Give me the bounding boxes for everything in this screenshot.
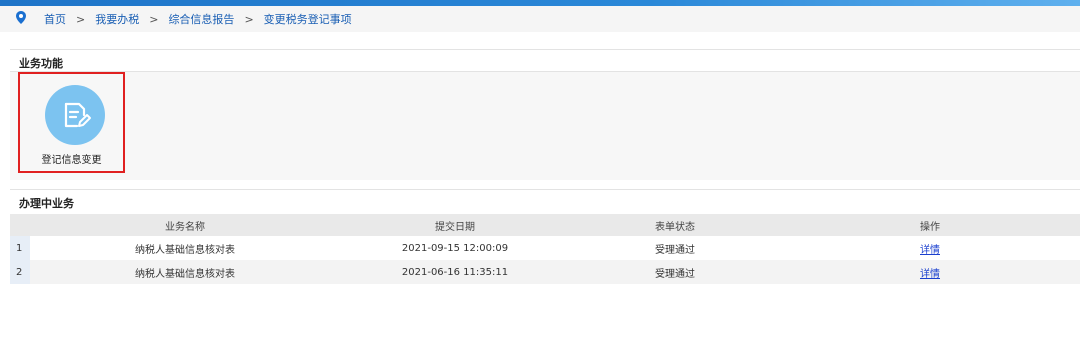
table-header-row: 业务名称 提交日期 表单状态 操作 (10, 214, 1080, 236)
column-header-action: 操作 (780, 214, 1080, 236)
in-progress-title: 办理中业务 (19, 197, 74, 210)
breadcrumb: 首页 > 我要办税 > 综合信息报告 > 变更税务登记事项 (0, 6, 1080, 32)
breadcrumb-separator: > (244, 12, 254, 26)
row-status: 受理通过 (570, 260, 780, 284)
breadcrumb-current-page[interactable]: 变更税务登记事项 (264, 11, 352, 27)
details-link[interactable]: 详情 (920, 269, 940, 280)
row-index: 2 (10, 260, 30, 284)
row-action-cell: 详情 (780, 236, 1080, 260)
column-header-name: 业务名称 (30, 214, 340, 236)
row-business-name: 纳税人基础信息核对表 (30, 236, 340, 260)
column-header-date: 提交日期 (340, 214, 570, 236)
section-divider (10, 189, 1080, 190)
location-pin-icon (16, 10, 26, 24)
breadcrumb-home[interactable]: 首页 (44, 11, 66, 27)
breadcrumb-separator: > (76, 12, 86, 26)
row-index: 1 (10, 236, 30, 260)
in-progress-table: 业务名称 提交日期 表单状态 操作 1 纳税人基础信息核对表 2021-09-1… (10, 214, 1080, 284)
row-submit-date: 2021-09-15 12:00:09 (340, 236, 570, 260)
breadcrumb-tax-services[interactable]: 我要办税 (95, 11, 139, 27)
row-submit-date: 2021-06-16 11:35:11 (340, 260, 570, 284)
details-link[interactable]: 详情 (920, 245, 940, 256)
table-row: 2 纳税人基础信息核对表 2021-06-16 11:35:11 受理通过 详情 (10, 260, 1080, 284)
business-functions-title: 业务功能 (19, 57, 63, 70)
edit-document-icon (64, 102, 91, 128)
column-header-status: 表单状态 (570, 214, 780, 236)
row-status: 受理通过 (570, 236, 780, 260)
breadcrumb-info-report[interactable]: 综合信息报告 (168, 11, 234, 27)
tile-label: 登记信息变更 (41, 155, 102, 166)
section-divider (10, 49, 1080, 50)
row-action-cell: 详情 (780, 260, 1080, 284)
tile-icon-circle (45, 85, 105, 145)
row-business-name: 纳税人基础信息核对表 (30, 260, 340, 284)
column-header-index (10, 214, 30, 236)
table-row: 1 纳税人基础信息核对表 2021-09-15 12:00:09 受理通过 详情 (10, 236, 1080, 260)
breadcrumb-separator: > (149, 12, 159, 26)
registration-change-tile[interactable]: 登记信息变更 (18, 72, 125, 173)
business-functions-panel (10, 72, 1080, 180)
